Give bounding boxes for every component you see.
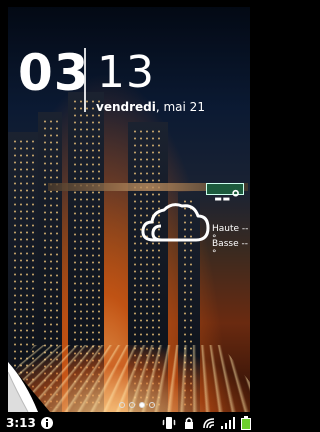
date-weekday: vendredi bbox=[96, 100, 156, 114]
weather-temp: --° bbox=[214, 186, 241, 210]
lock-screen: 03 13 vendredi, mai 21 --° Haute --° Bas… bbox=[0, 0, 258, 432]
page-indicator bbox=[119, 402, 155, 408]
clock-hours: 03 bbox=[18, 44, 90, 102]
clock-widget: 03 13 vendredi, mai 21 bbox=[0, 42, 258, 122]
status-time: 3:13 bbox=[6, 416, 36, 430]
clock-date: vendredi, mai 21 bbox=[96, 100, 205, 114]
weather-widget[interactable]: --° Haute --° Basse --° bbox=[138, 186, 250, 266]
page-dot-active bbox=[139, 402, 145, 408]
cloud-icon bbox=[141, 203, 210, 242]
page-dot bbox=[119, 402, 125, 408]
vibrate-icon bbox=[162, 417, 176, 429]
status-bar[interactable]: 3:13 bbox=[0, 414, 258, 432]
date-rest: , mai 21 bbox=[155, 100, 205, 114]
lock-icon bbox=[185, 417, 193, 429]
clock-minutes: 13 bbox=[97, 47, 155, 98]
battery-icon bbox=[241, 416, 251, 430]
weather-low: Basse --° bbox=[212, 239, 248, 259]
page-dot bbox=[149, 402, 155, 408]
info-icon[interactable] bbox=[40, 416, 54, 430]
wifi-icon bbox=[203, 418, 215, 429]
page-curl-handle[interactable] bbox=[8, 362, 50, 412]
page-dot bbox=[129, 402, 135, 408]
signal-icon bbox=[221, 417, 235, 429]
clock-divider bbox=[84, 48, 86, 112]
